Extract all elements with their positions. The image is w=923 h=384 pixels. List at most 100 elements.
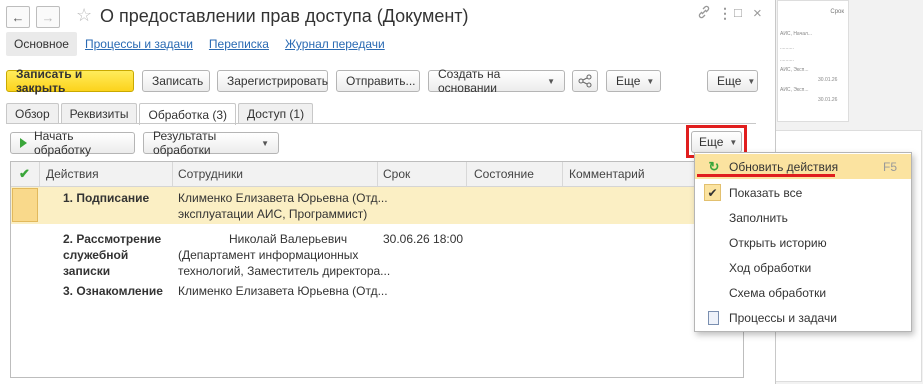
share-icon xyxy=(578,74,592,88)
column-divider xyxy=(172,162,173,186)
menu-item-open-history[interactable]: Открыть историю xyxy=(695,230,911,255)
more-label: Еще xyxy=(717,74,742,88)
employee-cell: Клименко Елизавета Юрьевна (Отд... xyxy=(178,284,388,298)
kebab-menu-icon[interactable]: ⋮ xyxy=(718,5,732,22)
checkbox-checked-icon: ✔ xyxy=(704,184,721,201)
send-button[interactable]: Отправить... xyxy=(336,70,420,92)
table-row[interactable]: 2. Рассмотрение служебной записки Никола… xyxy=(11,230,743,280)
table-row[interactable]: 3. Ознакомление Клименко Елизавета Юрьев… xyxy=(11,282,743,304)
share-button[interactable] xyxy=(572,70,598,92)
caret-down-icon: ▼ xyxy=(547,76,555,86)
background-line: .......... xyxy=(780,45,794,51)
caret-down-icon: ▼ xyxy=(729,137,738,147)
highlight-underline xyxy=(697,174,835,177)
column-header-actions[interactable]: Действия xyxy=(46,167,99,181)
create-based-on-button[interactable]: Создать на основании ▼ xyxy=(428,67,565,95)
start-processing-button[interactable]: Начать обработку xyxy=(10,129,135,157)
save-label: Записать xyxy=(152,74,204,88)
menu-item-label: Открыть историю xyxy=(729,235,827,250)
background-line: АИС, Эксп... xyxy=(780,67,809,73)
action-cell: служебной xyxy=(63,248,129,262)
menu-item-label: Обновить действия xyxy=(729,159,839,174)
background-col-header: Срок xyxy=(830,9,844,15)
play-icon xyxy=(20,138,27,148)
menu-item-label: Показать все xyxy=(729,185,803,200)
grid-more-button[interactable]: Еще ▼ xyxy=(691,131,742,153)
employee-cell: (Департамент информационных xyxy=(178,248,359,262)
more-label: Еще xyxy=(616,74,641,88)
processing-results-button[interactable]: Результаты обработки ▼ xyxy=(143,129,279,157)
more-button[interactable]: Еще ▼ xyxy=(606,70,661,92)
save-button[interactable]: Записать xyxy=(142,70,210,92)
document-tabs: Обзор Реквизиты Обработка (3) Доступ (1) xyxy=(6,103,315,125)
menu-item-label: Ход обработки xyxy=(729,260,812,275)
start-processing-label: Начать обработку xyxy=(34,129,92,157)
tab-access[interactable]: Доступ (1) xyxy=(238,103,314,124)
background-date: 30.01.26 xyxy=(818,97,838,103)
employee-cell: технологий, Заместитель директора... xyxy=(178,264,391,278)
background-line: АИС, Начал... xyxy=(780,31,813,37)
tab-processing[interactable]: Обработка (3) xyxy=(139,103,237,125)
save-and-close-button[interactable]: Записать и закрыть xyxy=(6,67,134,95)
column-divider xyxy=(466,162,467,186)
page-title: О предоставлении прав доступа (Документ) xyxy=(100,6,469,26)
nav-tab-transfer-log[interactable]: Журнал передачи xyxy=(277,32,393,56)
action-cell: 1. Подписание xyxy=(63,191,150,205)
nav-tab-processes[interactable]: Процессы и задачи xyxy=(77,32,201,56)
column-header-state[interactable]: Состояние xyxy=(474,167,534,181)
column-header-employees[interactable]: Сотрудники xyxy=(178,167,243,181)
menu-item-show-all[interactable]: ✔ Показать все xyxy=(695,180,911,205)
caret-down-icon: ▼ xyxy=(646,76,655,86)
menu-item-processes-tasks[interactable]: Процессы и задачи xyxy=(695,305,911,330)
employee-cell: Клименко Елизавета Юрьевна (Отд... xyxy=(178,191,388,205)
arrow-left-icon: ← xyxy=(11,9,25,25)
actions-table: ✔ Действия Сотрудники Срок Состояние Ком… xyxy=(10,161,744,378)
row-marker xyxy=(12,188,38,222)
action-cell: 3. Ознакомление xyxy=(63,284,163,298)
grid-more-label: Еще xyxy=(699,135,724,149)
action-cell: записки xyxy=(63,264,111,278)
menu-item-fill[interactable]: Заполнить xyxy=(695,205,911,230)
link-icon[interactable] xyxy=(697,5,711,22)
tab-overview[interactable]: Обзор xyxy=(6,103,59,124)
nav-tab-correspondence[interactable]: Переписка xyxy=(201,32,277,56)
caret-down-icon: ▼ xyxy=(261,138,269,148)
forward-button[interactable]: → xyxy=(36,6,60,28)
menu-item-processing-scheme[interactable]: Схема обработки xyxy=(695,280,911,305)
refresh-icon: ↻ xyxy=(708,158,720,174)
table-header: ✔ Действия Сотрудники Срок Состояние Ком… xyxy=(11,162,743,187)
document-icon xyxy=(708,311,719,325)
menu-item-label: Заполнить xyxy=(729,210,788,225)
column-divider xyxy=(39,162,40,186)
maximize-icon[interactable]: □ xyxy=(734,5,742,20)
shortcut-label: F5 xyxy=(882,159,897,174)
close-icon[interactable]: × xyxy=(753,5,762,22)
create-based-on-label: Создать на основании xyxy=(438,67,501,95)
caret-down-icon: ▼ xyxy=(747,76,756,86)
table-row[interactable]: 1. Подписание Клименко Елизавета Юрьевна… xyxy=(11,187,743,224)
checkmark-icon: ✔ xyxy=(19,166,30,181)
menu-item-label: Процессы и задачи xyxy=(729,310,837,325)
register-button[interactable]: Зарегистрировать xyxy=(217,70,328,92)
tab-divider xyxy=(6,123,756,124)
send-label: Отправить... xyxy=(346,74,416,88)
more-button-secondary[interactable]: Еще ▼ xyxy=(707,70,758,92)
back-button[interactable]: ← xyxy=(6,6,30,28)
menu-item-label: Схема обработки xyxy=(729,285,827,300)
background-line: АИС, Эксп... xyxy=(780,87,809,93)
nav-tab-main[interactable]: Основное xyxy=(6,32,77,56)
more-dropdown-menu: ↻ Обновить действия F5 ✔ Показать все За… xyxy=(694,152,912,332)
employee-cell: Николай Валерьевич xyxy=(229,232,348,246)
background-date: 30.01.26 xyxy=(818,77,838,83)
column-header-comment[interactable]: Комментарий xyxy=(569,167,645,181)
employee-cell: эксплуатации АИС, Программист) xyxy=(178,207,368,221)
arrow-right-icon: → xyxy=(41,9,55,25)
processing-results-label: Результаты обработки xyxy=(153,129,217,157)
form-navigation: Основное Процессы и задачи Переписка Жур… xyxy=(6,32,393,56)
menu-item-processing-progress[interactable]: Ход обработки xyxy=(695,255,911,280)
column-header-term[interactable]: Срок xyxy=(383,167,410,181)
favorite-star-icon[interactable]: ☆ xyxy=(76,5,92,26)
column-divider xyxy=(562,162,563,186)
background-line: .......... xyxy=(780,57,794,63)
tab-details[interactable]: Реквизиты xyxy=(60,103,138,124)
